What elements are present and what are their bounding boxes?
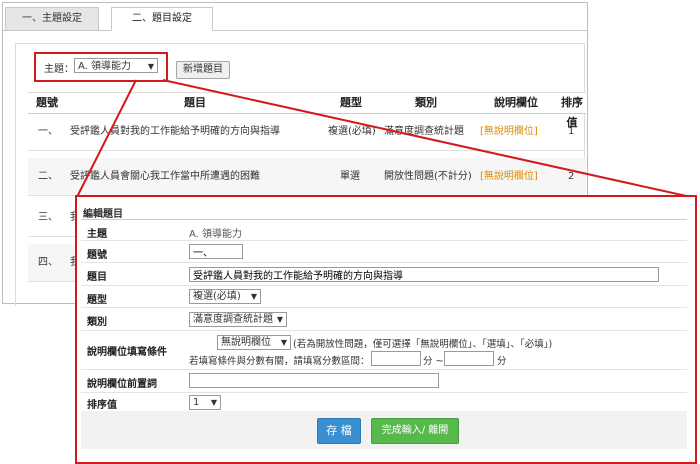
topic-filter-highlight: 主題： A. 領導能力 ▼ [34,52,168,82]
row-no: 二、 [38,171,58,182]
table-row[interactable]: 二、 受評鑑人員會關心我工作當中所遭遇的困難 單選 開放性問題(不計分) [無說… [28,158,586,196]
topic-field-label: 主題 [87,229,107,240]
row-question: 受評鑑人員會關心我工作當中所遭遇的困難 [70,171,260,182]
order-select-value: 1 [193,397,200,408]
col-header-question: 題目 [184,96,206,109]
form-row-category: 類別 滿意度調查統計題 ▼ [81,308,687,331]
chevron-down-icon: ▼ [210,398,217,407]
category-field-label: 類別 [87,317,107,328]
type-select[interactable]: 複選(必填) ▼ [189,289,261,304]
order-field-label: 排序值 [87,400,117,411]
question-field-label: 題目 [87,272,107,283]
done-exit-button[interactable]: 完成輸入/ 離開 [371,418,459,444]
form-row-no: 題號 [81,241,687,263]
row-type: 單選 [340,171,360,182]
prefix-input[interactable] [189,373,439,388]
topic-filter-label: 主題： [44,64,74,75]
row-no: 三、 [38,212,58,223]
row-no: 四、 [38,257,58,268]
form-row-topic: 主題 A. 領導能力 [81,221,687,241]
col-header-type: 題型 [340,96,362,109]
score-max-input[interactable] [444,351,494,366]
add-question-button[interactable]: 新增題目 [176,61,230,79]
table-header: 題號 題目 題型 類別 說明欄位 排序值 [28,92,586,129]
edit-panel-title: 編輯題目 [83,209,123,220]
category-select[interactable]: 滿意度調查統計題 ▼ [189,312,287,327]
note-condition-hint: (若為開放性問題，僅可選擇「無說明欄位」、「選填」、「必填」) [293,339,553,350]
row-category: 滿意度調查統計題 [384,126,464,137]
col-header-note: 說明欄位 [494,96,538,109]
tab-topic-settings[interactable]: 一、主題設定 [5,7,99,30]
score-unit-1: 分 ~ [423,356,444,367]
col-header-category: 類別 [415,96,437,109]
note-condition-label: 說明欄位填寫條件 [87,347,167,358]
chevron-down-icon: ▼ [250,292,257,301]
score-range-hint: 若填寫條件與分數有關，請填寫分數區間： [189,356,370,367]
row-note-link[interactable]: [無說明欄位] [480,158,538,195]
chevron-down-icon: ▼ [147,62,154,71]
order-select[interactable]: 1 ▼ [189,395,221,410]
row-no: 一、 [38,126,58,137]
type-select-value: 複選(必填) [193,291,241,302]
table-row[interactable]: 一、 受評鑑人員對我的工作能給予明確的方向與指導 複選(必填) 滿意度調查統計題… [28,113,586,151]
save-button[interactable]: 存 檔 [317,418,361,444]
topic-field-value: A. 領導能力 [189,229,243,240]
question-input[interactable] [189,267,659,282]
form-row-note-condition: 說明欄位填寫條件 無說明欄位 ▼ (若為開放性問題，僅可選擇「無說明欄位」、「選… [81,331,687,370]
divider [81,219,687,220]
score-unit-2: 分 [497,356,507,367]
form-row-order: 排序值 1 ▼ [81,393,687,411]
row-question: 受評鑑人員對我的工作能給予明確的方向與指導 [70,126,280,137]
type-field-label: 題型 [87,295,107,306]
row-order: 2 [568,171,575,182]
topic-select[interactable]: A. 領導能力 ▼ [74,58,158,73]
no-field-label: 題號 [87,250,107,261]
col-header-no: 題號 [36,96,58,109]
form-row-question: 題目 [81,263,687,286]
no-input[interactable] [189,244,243,259]
category-select-value: 滿意度調查統計題 [193,314,273,325]
prefix-field-label: 說明欄位前置詞 [87,379,157,390]
row-category: 開放性問題(不計分) [384,171,472,182]
form-row-prefix: 說明欄位前置詞 [81,370,687,393]
note-condition-value: 無說明欄位 [221,337,271,348]
row-note-link[interactable]: [無說明欄位] [480,113,538,150]
row-order: 1 [568,126,575,137]
topic-select-value: A. 領導能力 [78,61,132,72]
form-row-type: 題型 複選(必填) ▼ [81,286,687,308]
col-header-order: 排序值 [561,96,583,129]
chevron-down-icon: ▼ [276,315,283,324]
tab-bar: 一、主題設定 二、題目設定 [3,3,587,31]
chevron-down-icon: ▼ [280,338,287,347]
note-condition-select[interactable]: 無說明欄位 ▼ [217,335,291,350]
tab-question-settings[interactable]: 二、題目設定 [111,7,213,31]
score-min-input[interactable] [371,351,421,366]
row-type: 複選(必填) [328,126,376,137]
edit-question-panel: 編輯題目 主題 A. 領導能力 題號 題目 題型 複選(必填) ▼ 類別 滿意度… [75,195,697,464]
